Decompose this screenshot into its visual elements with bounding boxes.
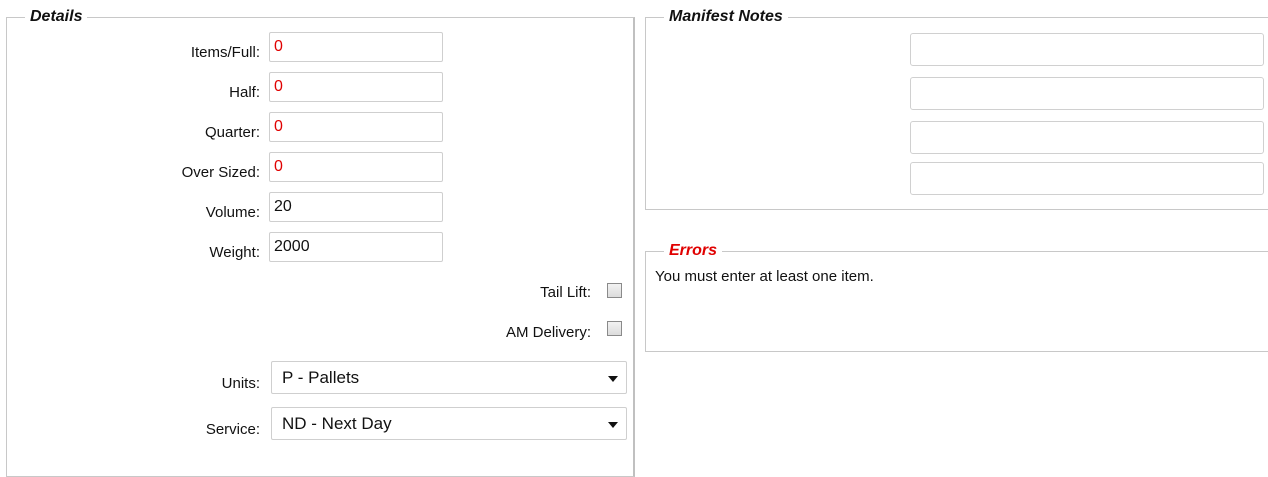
items-full-label: Items/Full: bbox=[190, 44, 260, 61]
service-label: Service: bbox=[205, 421, 260, 438]
tail-lift-checkbox[interactable] bbox=[607, 283, 622, 298]
weight-input[interactable]: 2000 bbox=[269, 232, 443, 262]
manifest-notes-fieldset: Manifest Notes bbox=[645, 7, 1268, 210]
service-select[interactable]: ND - Next Day bbox=[271, 407, 627, 440]
over-sized-input[interactable]: 0 bbox=[269, 152, 443, 182]
chevron-down-icon bbox=[608, 422, 618, 428]
manifest-notes-legend: Manifest Notes bbox=[664, 7, 788, 27]
am-delivery-label: AM Delivery: bbox=[505, 324, 591, 341]
items-full-input[interactable]: 0 bbox=[269, 32, 443, 62]
over-sized-label: Over Sized: bbox=[181, 164, 260, 181]
manifest-note-input-1[interactable] bbox=[910, 33, 1264, 66]
tail-lift-label: Tail Lift: bbox=[540, 284, 591, 301]
units-select[interactable]: P - Pallets bbox=[271, 361, 627, 394]
quarter-label: Quarter: bbox=[204, 124, 260, 141]
errors-fieldset: Errors You must enter at least one item. bbox=[645, 241, 1268, 352]
units-value: P - Pallets bbox=[282, 368, 360, 387]
volume-label: Volume: bbox=[205, 204, 260, 221]
am-delivery-checkbox[interactable] bbox=[607, 321, 622, 336]
manifest-note-input-4[interactable] bbox=[910, 162, 1264, 195]
chevron-down-icon bbox=[608, 376, 618, 382]
manifest-note-input-2[interactable] bbox=[910, 77, 1264, 110]
service-value: ND - Next Day bbox=[282, 414, 392, 433]
details-legend: Details bbox=[25, 7, 88, 27]
weight-label: Weight: bbox=[209, 244, 260, 261]
half-label: Half: bbox=[229, 84, 260, 101]
quarter-input[interactable]: 0 bbox=[269, 112, 443, 142]
details-fieldset: Details Items/Full: 0 Half: 0 Quarter: 0… bbox=[6, 7, 635, 477]
half-input[interactable]: 0 bbox=[269, 72, 443, 102]
error-message: You must enter at least one item. bbox=[655, 268, 874, 285]
manifest-note-input-3[interactable] bbox=[910, 121, 1264, 154]
units-label: Units: bbox=[221, 375, 260, 392]
errors-legend: Errors bbox=[664, 241, 723, 261]
volume-input[interactable]: 20 bbox=[269, 192, 443, 222]
